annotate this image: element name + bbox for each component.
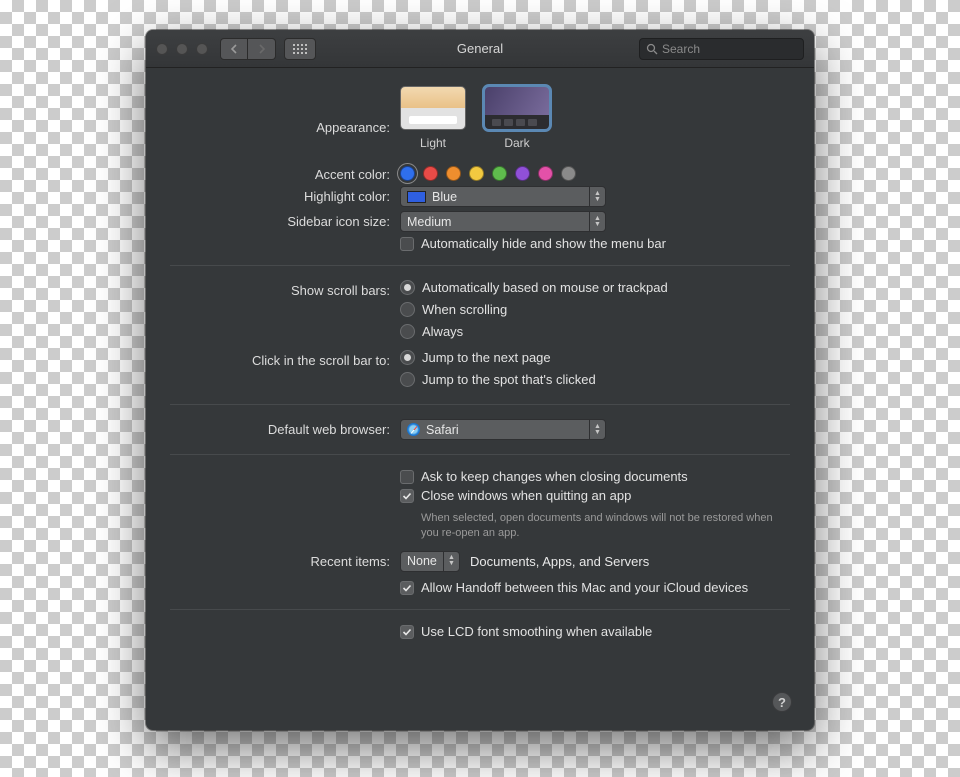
stepper-icon: ▲▼: [443, 552, 459, 571]
recent-select[interactable]: None ▲▼: [400, 551, 460, 572]
chevron-right-icon: [258, 44, 266, 54]
close-windows-checkbox[interactable]: Close windows when quitting an app: [400, 488, 790, 503]
appearance-dark[interactable]: Dark: [484, 86, 550, 150]
back-button[interactable]: [220, 38, 248, 60]
close-window-button[interactable]: [156, 43, 168, 55]
scrollclick-nextpage-label: Jump to the next page: [422, 350, 551, 365]
accent-graphite[interactable]: [561, 166, 576, 181]
radio-icon: [400, 350, 415, 365]
close-windows-label: Close windows when quitting an app: [421, 488, 631, 503]
scrollbars-scrolling-label: When scrolling: [422, 302, 507, 317]
safari-icon: [407, 423, 420, 436]
accent-orange[interactable]: [446, 166, 461, 181]
scrollbars-auto-radio[interactable]: Automatically based on mouse or trackpad: [400, 280, 790, 295]
search-icon: [646, 43, 658, 55]
light-preview-icon: [400, 86, 466, 130]
radio-icon: [400, 372, 415, 387]
scrollbars-auto-label: Automatically based on mouse or trackpad: [422, 280, 668, 295]
accent-label: Accent color:: [170, 164, 400, 182]
appearance-label: Appearance:: [170, 86, 400, 135]
chevron-left-icon: [230, 44, 238, 54]
accent-red[interactable]: [423, 166, 438, 181]
show-all-button[interactable]: [284, 38, 316, 60]
accent-blue[interactable]: [400, 166, 415, 181]
divider: [170, 265, 790, 266]
highlight-label: Highlight color:: [170, 186, 400, 204]
accent-pink[interactable]: [538, 166, 553, 181]
sidebar-size-select[interactable]: Medium ▲▼: [400, 211, 606, 232]
appearance-dark-label: Dark: [504, 136, 529, 150]
scrollclick-spot-label: Jump to the spot that's clicked: [422, 372, 596, 387]
minimize-window-button[interactable]: [176, 43, 188, 55]
checkbox-icon: [400, 625, 414, 639]
grid-icon: [293, 44, 307, 54]
ask-changes-label: Ask to keep changes when closing documen…: [421, 469, 688, 484]
recent-suffix: Documents, Apps, and Servers: [470, 554, 649, 569]
handoff-checkbox[interactable]: Allow Handoff between this Mac and your …: [400, 580, 790, 595]
search-field-wrap[interactable]: [639, 38, 804, 60]
stepper-icon: ▲▼: [589, 212, 605, 231]
divider: [170, 454, 790, 455]
recent-label: Recent items:: [170, 551, 400, 569]
scrollclick-spot-radio[interactable]: Jump to the spot that's clicked: [400, 372, 790, 387]
lcd-smoothing-checkbox[interactable]: Use LCD font smoothing when available: [400, 624, 790, 639]
radio-icon: [400, 302, 415, 317]
recent-value: None: [407, 554, 437, 568]
close-windows-hint: When selected, open documents and window…: [421, 511, 781, 541]
nav-buttons: [220, 38, 276, 60]
window-controls: [156, 43, 208, 55]
scrollbars-scrolling-radio[interactable]: When scrolling: [400, 302, 790, 317]
help-button[interactable]: ?: [772, 692, 792, 712]
preferences-window: General Appearance: Light Dark: [146, 30, 814, 730]
scrollclick-label: Click in the scroll bar to:: [170, 350, 400, 368]
highlight-select[interactable]: Blue ▲▼: [400, 186, 606, 207]
checkbox-icon: [400, 237, 414, 251]
appearance-options: Light Dark: [400, 86, 790, 150]
stepper-icon: ▲▼: [589, 420, 605, 439]
checkbox-icon: [400, 470, 414, 484]
titlebar: General: [146, 30, 814, 68]
sidebar-size-value: Medium: [407, 215, 451, 229]
browser-label: Default web browser:: [170, 419, 400, 437]
radio-icon: [400, 324, 415, 339]
handoff-label: Allow Handoff between this Mac and your …: [421, 580, 748, 595]
zoom-window-button[interactable]: [196, 43, 208, 55]
scrollbars-always-radio[interactable]: Always: [400, 324, 790, 339]
divider: [170, 609, 790, 610]
content-area: Appearance: Light Dark Accent color:: [146, 68, 814, 730]
highlight-value: Blue: [432, 190, 457, 204]
scrollbars-always-label: Always: [422, 324, 463, 339]
browser-select[interactable]: Safari ▲▼: [400, 419, 606, 440]
appearance-light-label: Light: [420, 136, 446, 150]
menubar-autohide-label: Automatically hide and show the menu bar: [421, 236, 666, 251]
menubar-autohide-checkbox[interactable]: Automatically hide and show the menu bar: [400, 236, 790, 251]
lcd-smoothing-label: Use LCD font smoothing when available: [421, 624, 652, 639]
scrollbars-label: Show scroll bars:: [170, 280, 400, 298]
divider: [170, 404, 790, 405]
accent-yellow[interactable]: [469, 166, 484, 181]
accent-swatches: [400, 164, 790, 181]
stepper-icon: ▲▼: [589, 187, 605, 206]
checkbox-icon: [400, 581, 414, 595]
checkbox-icon: [400, 489, 414, 503]
browser-value: Safari: [426, 423, 459, 437]
scrollclick-nextpage-radio[interactable]: Jump to the next page: [400, 350, 790, 365]
accent-purple[interactable]: [515, 166, 530, 181]
forward-button[interactable]: [248, 38, 276, 60]
search-input[interactable]: [662, 42, 814, 56]
radio-icon: [400, 280, 415, 295]
dark-preview-icon: [484, 86, 550, 130]
color-chip-icon: [407, 191, 426, 203]
appearance-light[interactable]: Light: [400, 86, 466, 150]
ask-changes-checkbox[interactable]: Ask to keep changes when closing documen…: [400, 469, 790, 484]
accent-green[interactable]: [492, 166, 507, 181]
sidebar-size-label: Sidebar icon size:: [170, 211, 400, 229]
